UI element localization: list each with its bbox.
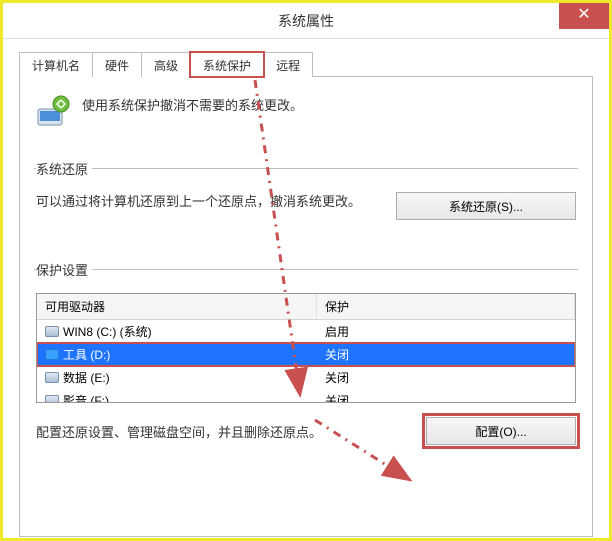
titlebar: 系统属性 ✕: [3, 3, 609, 39]
system-properties-window: 系统属性 ✕ 计算机名 硬件 高级 系统保护 远程 使用系统保护撤消不需要的系统…: [0, 0, 612, 541]
drive-status: 关闭: [317, 366, 575, 389]
tab-panel: 使用系统保护撤消不需要的系统更改。 系统还原 可以通过将计算机还原到上一个还原点…: [19, 77, 593, 537]
drive-icon: [45, 372, 59, 383]
close-icon: ✕: [577, 6, 590, 23]
drive-row[interactable]: WIN8 (C:) (系统) 启用: [37, 320, 575, 343]
header-status: 保护: [317, 294, 575, 319]
drive-list[interactable]: 可用驱动器 保护 WIN8 (C:) (系统) 启用 工具 (D:) 关闭 数据…: [36, 293, 576, 403]
tab-remote[interactable]: 远程: [263, 52, 313, 77]
tab-hardware[interactable]: 硬件: [92, 52, 142, 77]
drive-status: 关闭: [317, 343, 575, 366]
system-restore-legend: 系统还原: [36, 159, 92, 178]
tab-system-protection[interactable]: 系统保护: [190, 52, 264, 77]
tabstrip: 计算机名 硬件 高级 系统保护 远程: [19, 51, 593, 77]
drive-icon: [45, 395, 59, 403]
drive-name: WIN8 (C:) (系统): [63, 323, 152, 340]
configure-row: 配置还原设置、管理磁盘空间，并且删除还原点。 配置(O)...: [36, 417, 576, 445]
drive-name: 影音 (F:): [63, 392, 109, 403]
drive-name: 数据 (E:): [63, 369, 110, 386]
system-restore-section: 系统还原 可以通过将计算机还原到上一个还原点，撤消系统更改。 系统还原(S)..…: [34, 159, 578, 220]
drive-status: 启用: [317, 320, 575, 343]
drive-row[interactable]: 工具 (D:) 关闭: [37, 343, 575, 366]
configure-button[interactable]: 配置(O)...: [426, 417, 576, 445]
close-button[interactable]: ✕: [559, 3, 609, 29]
drive-icon: [45, 349, 59, 360]
tab-computer-name[interactable]: 计算机名: [19, 52, 93, 77]
window-title: 系统属性: [278, 11, 334, 31]
content-area: 计算机名 硬件 高级 系统保护 远程 使用系统保护撤消不需要的系统更改。 系统还…: [3, 39, 609, 537]
drive-list-header: 可用驱动器 保护: [37, 294, 575, 320]
shield-icon: [34, 93, 70, 129]
configure-text: 配置还原设置、管理磁盘空间，并且删除还原点。: [36, 422, 322, 441]
protection-settings-section: 保护设置 可用驱动器 保护 WIN8 (C:) (系统) 启用 工具 (D:) …: [34, 260, 578, 445]
drive-status: 关闭: [317, 389, 575, 403]
drive-name: 工具 (D:): [63, 346, 110, 363]
drive-row[interactable]: 数据 (E:) 关闭: [37, 366, 575, 389]
tab-advanced[interactable]: 高级: [141, 52, 191, 77]
system-restore-text: 可以通过将计算机还原到上一个还原点，撤消系统更改。: [36, 192, 380, 212]
header-drive: 可用驱动器: [37, 294, 317, 319]
protection-settings-legend: 保护设置: [36, 260, 92, 279]
drive-icon: [45, 326, 59, 337]
intro-row: 使用系统保护撤消不需要的系统更改。: [34, 93, 578, 129]
system-restore-button[interactable]: 系统还原(S)...: [396, 192, 576, 220]
drive-row[interactable]: 影音 (F:) 关闭: [37, 389, 575, 403]
intro-text: 使用系统保护撤消不需要的系统更改。: [82, 93, 303, 114]
